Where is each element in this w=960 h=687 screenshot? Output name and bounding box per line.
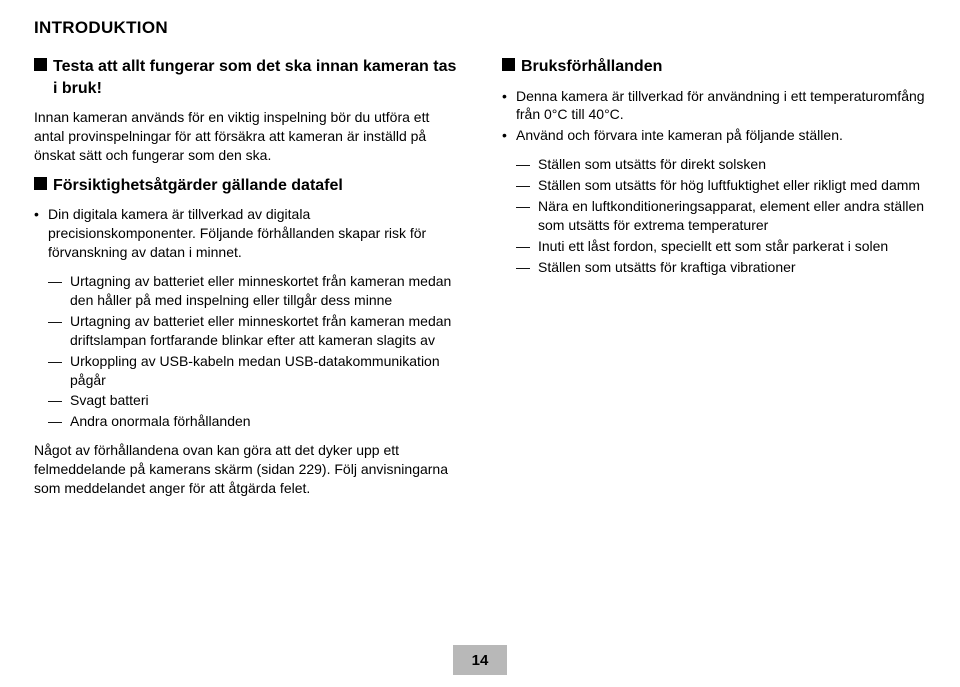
list-item-text: Urtagning av batteriet eller minneskorte… — [70, 272, 458, 310]
dash-icon: — — [516, 155, 538, 174]
paragraph: Innan kameran används för en viktig insp… — [34, 108, 458, 165]
bullet-dot-icon: • — [34, 205, 48, 262]
dash-icon: — — [48, 352, 70, 390]
list-item: — Ställen som utsätts för direkt solsken — [516, 155, 926, 174]
list-item-text: Ställen som utsätts för hög luftfuktighe… — [538, 176, 926, 195]
section-title-test: Testa att allt fungerar som det ska inna… — [34, 56, 458, 99]
dash-icon: — — [48, 391, 70, 410]
square-bullet-icon — [34, 58, 47, 71]
bullet-dot-icon: • — [502, 87, 516, 125]
square-bullet-icon — [34, 177, 47, 190]
right-column: Bruksförhållanden • Denna kamera är till… — [502, 56, 926, 508]
section-title-text: Bruksförhållanden — [521, 56, 662, 78]
page-number-box: 14 — [453, 645, 507, 675]
list-item: • Din digitala kamera är tillverkad av d… — [34, 205, 458, 262]
dash-list: — Urtagning av batteriet eller minneskor… — [48, 272, 458, 431]
section-title-conditions: Bruksförhållanden — [502, 56, 926, 78]
list-item-text: Urkoppling av USB-kabeln medan USB-datak… — [70, 352, 458, 390]
list-item-text: Använd och förvara inte kameran på följa… — [516, 126, 843, 145]
section-title-text: Testa att allt fungerar som det ska inna… — [53, 56, 458, 99]
list-item-text: Inuti ett låst fordon, speciellt ett som… — [538, 237, 926, 256]
bullet-list: • Din digitala kamera är tillverkad av d… — [34, 205, 458, 262]
square-bullet-icon — [502, 58, 515, 71]
dash-icon: — — [48, 272, 70, 310]
list-item: — Nära en luftkonditioneringsapparat, el… — [516, 197, 926, 235]
list-item-text: Ställen som utsätts för kraftiga vibrati… — [538, 258, 926, 277]
page-number: 14 — [472, 652, 489, 669]
list-item-text: Urtagning av batteriet eller minneskorte… — [70, 312, 458, 350]
dash-icon: — — [516, 258, 538, 277]
bullet-dot-icon: • — [502, 126, 516, 145]
section-title-text: Försiktighetsåtgärder gällande datafel — [53, 175, 343, 197]
page-header: INTRODUKTION — [34, 18, 926, 38]
bullet-list: • Denna kamera är tillverkad för användn… — [502, 87, 926, 146]
list-item: — Urtagning av batteriet eller minneskor… — [48, 272, 458, 310]
list-item: — Svagt batteri — [48, 391, 458, 410]
dash-icon: — — [48, 312, 70, 350]
section-title-precautions: Försiktighetsåtgärder gällande datafel — [34, 175, 458, 197]
list-item: — Inuti ett låst fordon, speciellt ett s… — [516, 237, 926, 256]
dash-icon: — — [48, 412, 70, 431]
page: INTRODUKTION Testa att allt fungerar som… — [0, 0, 960, 687]
list-item-text: Andra onormala förhållanden — [70, 412, 458, 431]
list-item-text: Denna kamera är tillverkad för användnin… — [516, 87, 926, 125]
list-item-text: Nära en luftkonditioneringsapparat, elem… — [538, 197, 926, 235]
list-item: — Ställen som utsätts för hög luftfuktig… — [516, 176, 926, 195]
left-column: Testa att allt fungerar som det ska inna… — [34, 56, 458, 508]
dash-icon: — — [516, 237, 538, 256]
list-item-text: Ställen som utsätts för direkt solsken — [538, 155, 926, 174]
dash-icon: — — [516, 176, 538, 195]
dash-list: — Ställen som utsätts för direkt solsken… — [516, 155, 926, 276]
list-item-text: Svagt batteri — [70, 391, 458, 410]
list-item: • Denna kamera är tillverkad för användn… — [502, 87, 926, 125]
list-item-text: Din digitala kamera är tillverkad av dig… — [48, 205, 458, 262]
list-item: — Andra onormala förhållanden — [48, 412, 458, 431]
dash-icon: — — [516, 197, 538, 235]
list-item: — Urkoppling av USB-kabeln medan USB-dat… — [48, 352, 458, 390]
list-item: • Använd och förvara inte kameran på föl… — [502, 126, 926, 145]
paragraph: Något av förhållandena ovan kan göra att… — [34, 441, 458, 498]
list-item: — Ställen som utsätts för kraftiga vibra… — [516, 258, 926, 277]
list-item: — Urtagning av batteriet eller minneskor… — [48, 312, 458, 350]
content-columns: Testa att allt fungerar som det ska inna… — [34, 56, 926, 508]
